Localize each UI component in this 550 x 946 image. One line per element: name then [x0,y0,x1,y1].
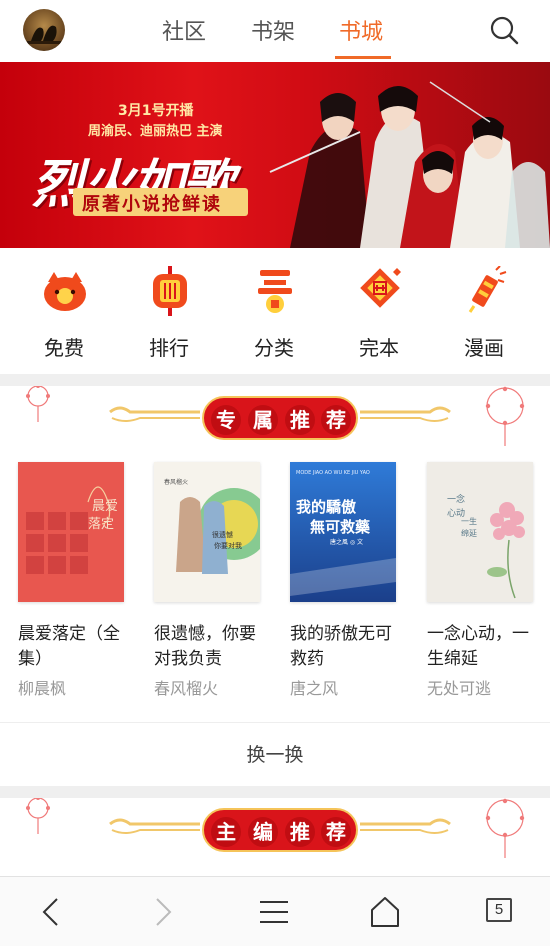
book-author: 春风榴火 [154,679,219,698]
book-title: 一念心动，一生绵延 [427,624,529,669]
svg-text:晨爱: 晨爱 [92,499,118,514]
tab-bookshelf[interactable]: 书架 [251,14,295,46]
section-header-exclusive: 专 属 推 荐 [0,386,550,452]
svg-text:一念: 一念 [447,493,465,505]
book-cover: 很遗憾 你要对我 春风榴火 [154,462,260,602]
book-grid: 晨爱 落定 晨爱落定（全集） 柳晨枫 很遗憾 你要对我 春风榴火 很遗憾，你要对… [0,462,550,712]
back-icon[interactable] [34,894,70,930]
book-title: 我的骄傲无可救药 [290,624,392,669]
book-author: 无处可逃 [427,679,492,698]
banner-date: 3月1号开播 [118,103,194,119]
tab-switcher-button[interactable]: 5 [486,898,512,922]
banner-cast: 周渝民、迪丽热巴 主演 [88,124,223,139]
book-author: 柳晨枫 [18,679,67,698]
svg-text:無可救藥: 無可救藥 [310,518,371,536]
ranking-icon [153,266,187,316]
section-title-char: 推 [285,405,315,435]
banner-cast-artwork [269,81,550,248]
section-title-char: 推 [285,817,315,847]
section-title-char: 编 [248,817,278,847]
category-comic[interactable]: 漫画 [444,266,524,366]
category-label: 免费 [44,336,84,360]
svg-text:很遗憾: 很遗憾 [212,530,233,539]
category-label: 漫画 [464,336,504,360]
category-free[interactable]: 免费 [24,266,104,366]
section-title-char: 专 [211,405,241,435]
active-tab-indicator [335,56,391,59]
free-icon [44,272,86,311]
bookstore-screen: 社区 书架 书城 3月1号开播 周渝民、迪丽热巴 主演 烈火如歌 原著小说抢鲜读… [0,0,550,946]
promo-banner[interactable]: 3月1号开播 周渝民、迪丽热巴 主演 烈火如歌 原著小说抢鲜读 [0,62,550,248]
category-menu: 免费 排行 分类 完本 漫画 [0,248,550,374]
section-divider [0,786,550,798]
book-cover: 晨爱 落定 [18,462,124,602]
svg-text:一生: 一生 [461,516,477,526]
home-icon[interactable] [367,894,403,930]
category-label: 完本 [359,336,399,360]
browser-bottom-bar [0,876,550,946]
book-cover: 一念 心动 一生 绵延 [427,462,533,602]
section-title-char: 荐 [321,817,351,847]
section-header-editor: 主 编 推 荐 [0,798,550,864]
section-title: 主 编 推 荐 [202,808,358,852]
top-tabs: 社区 书架 书城 [0,0,550,60]
category-label: 分类 [254,336,294,360]
tab-bookstore[interactable]: 书城 [339,14,383,46]
section-title-char: 荐 [321,405,351,435]
section-divider [0,374,550,386]
svg-text:MODE JIAO AO WU KE JIU YAO: MODE JIAO AO WU KE JIU YAO [296,470,370,476]
category-completed[interactable]: 完本 [339,266,419,366]
top-bar: 社区 书架 书城 [0,0,550,60]
book-title: 晨爱落定（全集） [18,624,120,669]
book-cover: 我的驕傲 無可救藥 唐之風 ◎ 文 MODE JIAO AO WU KE JIU… [290,462,396,602]
menu-icon[interactable] [256,894,292,930]
category-label: 排行 [149,336,189,360]
category-ranking[interactable]: 排行 [129,266,209,366]
book-title: 很遗憾，你要对我负责 [154,624,256,669]
section-title-char: 属 [248,405,278,435]
svg-text:绵延: 绵延 [461,528,477,538]
category-classify[interactable]: 分类 [234,266,314,366]
svg-text:唐之風 ◎ 文: 唐之風 ◎ 文 [330,538,363,546]
section-title-char: 主 [211,817,241,847]
comic-icon [468,266,507,313]
banner-subtitle: 原著小说抢鲜读 [82,194,222,215]
svg-text:春风榴火: 春风榴火 [164,478,188,486]
book-author: 唐之风 [290,679,339,698]
svg-text:落定: 落定 [88,517,114,532]
refresh-button[interactable]: 换一换 [0,722,550,786]
section-title: 专 属 推 荐 [202,396,358,440]
tab-community[interactable]: 社区 [162,14,206,46]
svg-text:我的驕傲: 我的驕傲 [296,498,357,516]
svg-text:你要对我: 你要对我 [214,541,242,550]
category-icon [258,270,292,313]
forward-icon[interactable] [144,894,180,930]
search-icon[interactable] [488,14,520,46]
completed-icon [360,268,401,308]
